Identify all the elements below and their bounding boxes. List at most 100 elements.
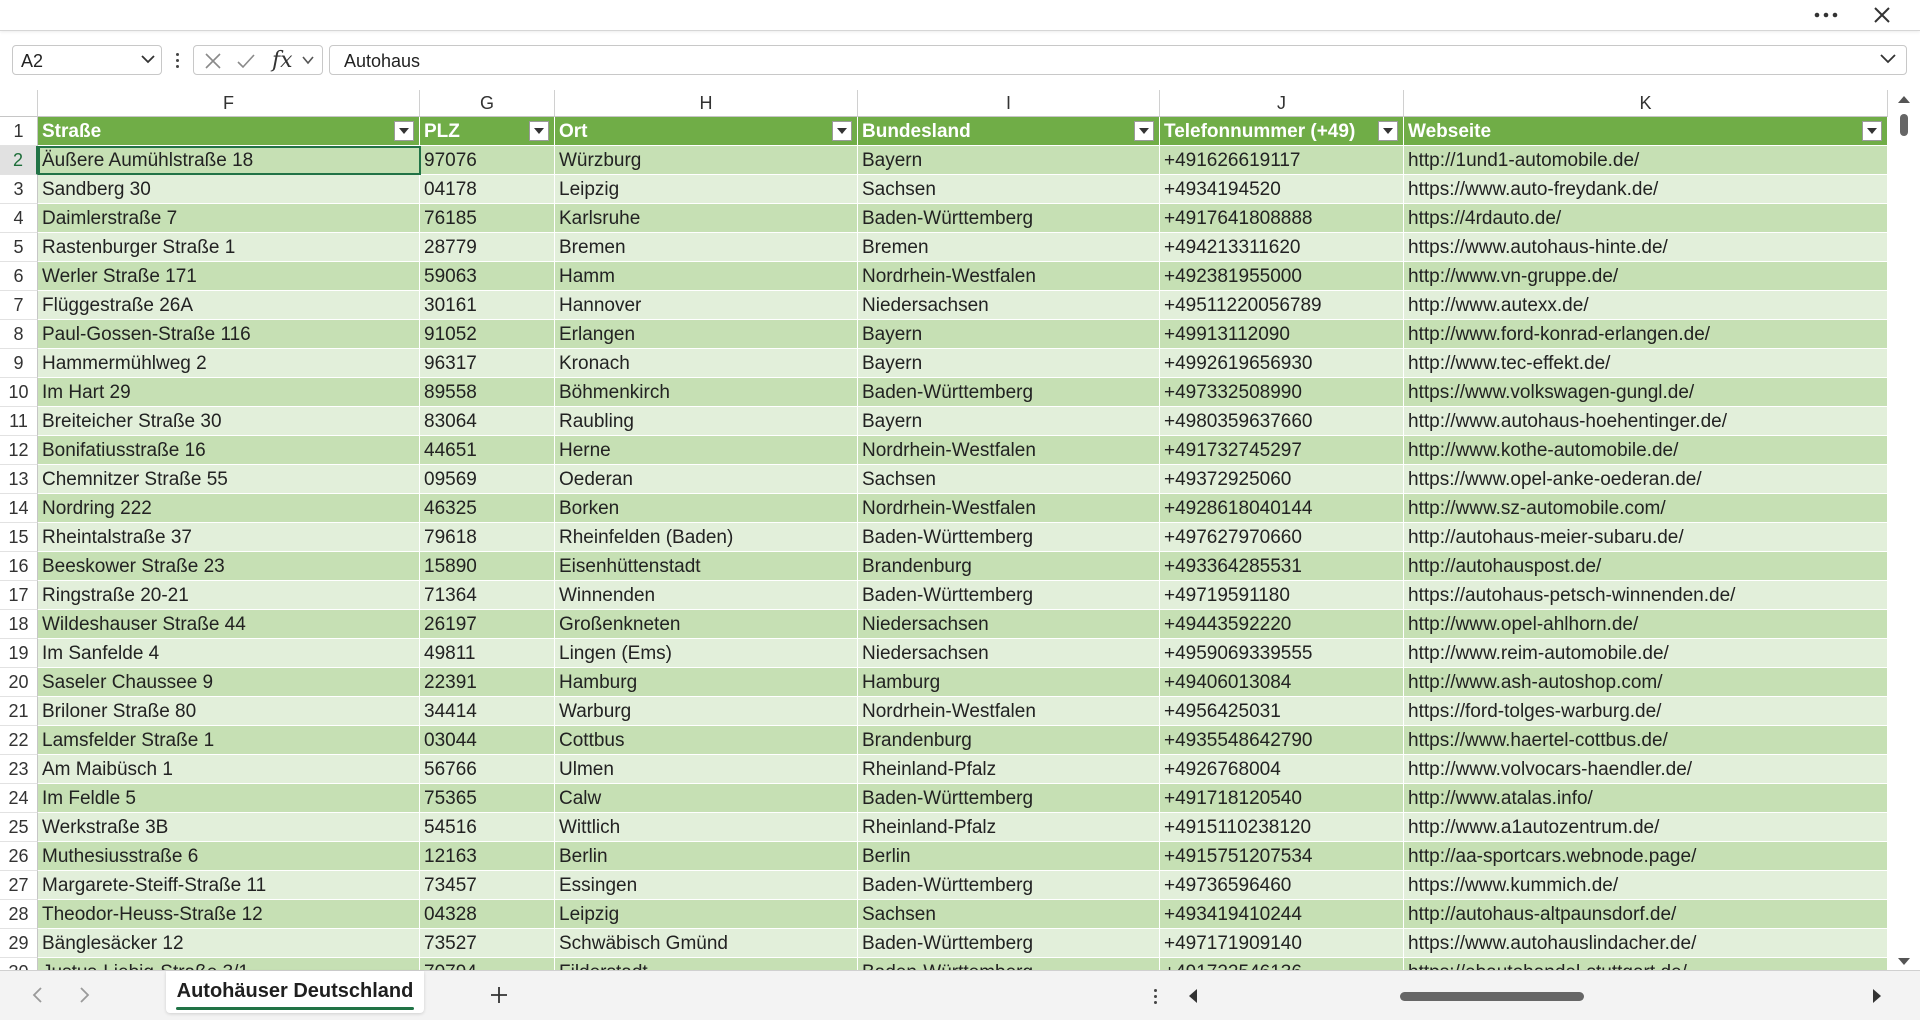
column-header-h[interactable]: H	[555, 90, 858, 117]
table-cell[interactable]: 70794	[420, 958, 555, 970]
table-cell[interactable]: Flüggestraße 26A	[38, 291, 420, 320]
table-header-cell[interactable]: Straße	[38, 117, 420, 146]
column-header-k[interactable]: K	[1404, 90, 1888, 117]
row-header[interactable]: 9	[0, 349, 38, 378]
table-cell[interactable]: 04178	[420, 175, 555, 204]
table-cell[interactable]: Herne	[555, 436, 858, 465]
table-cell[interactable]: https://4rdauto.de/	[1404, 204, 1888, 233]
table-cell[interactable]: 28779	[420, 233, 555, 262]
table-cell[interactable]: 59063	[420, 262, 555, 291]
row-header[interactable]: 15	[0, 523, 38, 552]
table-cell[interactable]: +4934194520	[1160, 175, 1404, 204]
row-header[interactable]: 19	[0, 639, 38, 668]
table-cell[interactable]: Bayern	[858, 146, 1160, 175]
row-header[interactable]: 14	[0, 494, 38, 523]
table-cell[interactable]: +492381955000	[1160, 262, 1404, 291]
table-cell[interactable]: Bänglesäcker 12	[38, 929, 420, 958]
checkmark-icon[interactable]	[236, 52, 256, 70]
plus-icon[interactable]	[488, 984, 510, 1006]
table-cell[interactable]: Bonifatiusstraße 16	[38, 436, 420, 465]
table-cell[interactable]: Bayern	[858, 320, 1160, 349]
sheet-options-icon[interactable]	[1152, 985, 1158, 1007]
sheet-tab-active[interactable]: Autohäuser Deutschland	[166, 971, 424, 1013]
table-cell[interactable]: https://www.auto-freydank.de/	[1404, 175, 1888, 204]
table-cell[interactable]: Saseler Chaussee 9	[38, 668, 420, 697]
row-header[interactable]: 17	[0, 581, 38, 610]
table-cell[interactable]: Sachsen	[858, 900, 1160, 929]
table-cell[interactable]: Baden-Württemberg	[858, 378, 1160, 407]
table-cell[interactable]: 76185	[420, 204, 555, 233]
table-cell[interactable]: Erlangen	[555, 320, 858, 349]
table-cell[interactable]: 91052	[420, 320, 555, 349]
table-cell[interactable]: 44651	[420, 436, 555, 465]
table-cell[interactable]: Daimlerstraße 7	[38, 204, 420, 233]
table-cell[interactable]: Karlsruhe	[555, 204, 858, 233]
table-cell[interactable]: Beeskower Straße 23	[38, 552, 420, 581]
table-cell[interactable]: Sandberg 30	[38, 175, 420, 204]
table-cell[interactable]: Lingen (Ems)	[555, 639, 858, 668]
table-cell[interactable]: Im Hart 29	[38, 378, 420, 407]
table-cell[interactable]: Hamburg	[555, 668, 858, 697]
table-cell[interactable]: Briloner Straße 80	[38, 697, 420, 726]
table-cell[interactable]: Rheintalstraße 37	[38, 523, 420, 552]
table-cell[interactable]: http://www.ford-konrad-erlangen.de/	[1404, 320, 1888, 349]
scroll-right-icon[interactable]	[1870, 987, 1884, 1005]
table-cell[interactable]: https://autohaus-petsch-winnenden.de/	[1404, 581, 1888, 610]
table-cell[interactable]: +49736596460	[1160, 871, 1404, 900]
table-cell[interactable]: https://www.haertel-cottbus.de/	[1404, 726, 1888, 755]
expand-formula-chevron-icon[interactable]	[1880, 54, 1896, 64]
table-cell[interactable]: +49511220056789	[1160, 291, 1404, 320]
table-cell[interactable]: 30161	[420, 291, 555, 320]
table-cell[interactable]: 96317	[420, 349, 555, 378]
row-header[interactable]: 12	[0, 436, 38, 465]
table-cell[interactable]: Justus-Liebig-Straße 3/1	[38, 958, 420, 970]
table-cell[interactable]: Calw	[555, 784, 858, 813]
table-cell[interactable]: Oederan	[555, 465, 858, 494]
row-header[interactable]: 6	[0, 262, 38, 291]
table-cell[interactable]: 15890	[420, 552, 555, 581]
table-cell[interactable]: +49719591180	[1160, 581, 1404, 610]
table-cell[interactable]: Paul-Gossen-Straße 116	[38, 320, 420, 349]
table-cell[interactable]: Hamm	[555, 262, 858, 291]
table-cell[interactable]: Muthesiusstraße 6	[38, 842, 420, 871]
table-cell[interactable]: 46325	[420, 494, 555, 523]
vertical-scrollbar[interactable]	[1892, 90, 1916, 970]
row-header[interactable]: 2	[0, 146, 38, 175]
table-cell[interactable]: 03044	[420, 726, 555, 755]
table-cell[interactable]: Sachsen	[858, 465, 1160, 494]
horizontal-scroll-thumb[interactable]	[1400, 992, 1584, 1001]
table-cell[interactable]: Werkstraße 3B	[38, 813, 420, 842]
table-cell[interactable]: http://1und1-automobile.de/	[1404, 146, 1888, 175]
table-cell[interactable]: Ringstraße 20-21	[38, 581, 420, 610]
table-cell[interactable]: Margarete-Steiff-Straße 11	[38, 871, 420, 900]
table-cell[interactable]: Baden-Württemberg	[858, 871, 1160, 900]
table-cell[interactable]: http://autohaus-altpaunsdorf.de/	[1404, 900, 1888, 929]
row-header[interactable]: 23	[0, 755, 38, 784]
table-cell[interactable]: Hamburg	[858, 668, 1160, 697]
row-header[interactable]: 1	[0, 117, 38, 146]
cancel-x-icon[interactable]	[204, 52, 222, 70]
table-cell[interactable]: Im Sanfelde 4	[38, 639, 420, 668]
table-cell[interactable]: http://www.kothe-automobile.de/	[1404, 436, 1888, 465]
table-cell[interactable]: Schwäbisch Gmünd	[555, 929, 858, 958]
table-cell[interactable]: +491626619117	[1160, 146, 1404, 175]
table-cell[interactable]: +493419410244	[1160, 900, 1404, 929]
table-cell[interactable]: Äußere Aumühlstraße 18	[38, 146, 420, 175]
table-cell[interactable]: 83064	[420, 407, 555, 436]
table-cell[interactable]: Rheinland-Pfalz	[858, 813, 1160, 842]
table-cell[interactable]: https://ebautohandel-stuttgart.de/	[1404, 958, 1888, 970]
table-cell[interactable]: 73457	[420, 871, 555, 900]
scroll-down-icon[interactable]	[1896, 956, 1912, 968]
table-cell[interactable]: +493364285531	[1160, 552, 1404, 581]
table-cell[interactable]: Baden-Württemberg	[858, 929, 1160, 958]
row-header[interactable]: 25	[0, 813, 38, 842]
table-cell[interactable]: http://www.sz-automobile.com/	[1404, 494, 1888, 523]
table-cell[interactable]: +49372925060	[1160, 465, 1404, 494]
row-header[interactable]: 18	[0, 610, 38, 639]
table-cell[interactable]: Hannover	[555, 291, 858, 320]
table-cell[interactable]: Baden-Württemberg	[858, 523, 1160, 552]
table-cell[interactable]: http://www.vn-gruppe.de/	[1404, 262, 1888, 291]
table-cell[interactable]: http://autohauspost.de/	[1404, 552, 1888, 581]
name-box[interactable]: A2	[12, 45, 162, 75]
row-header[interactable]: 29	[0, 929, 38, 958]
